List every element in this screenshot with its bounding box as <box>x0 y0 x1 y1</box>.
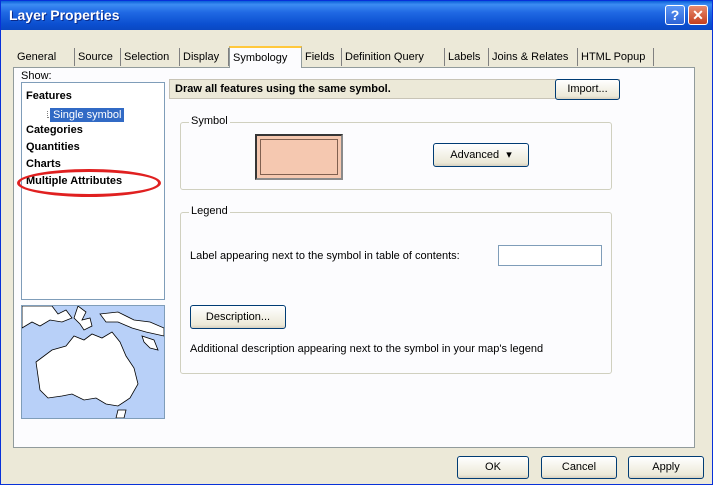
tab-definition-query[interactable]: Definition Query <box>342 48 445 66</box>
cancel-button[interactable]: Cancel <box>541 456 617 479</box>
tree-item-quantities[interactable]: Quantities <box>26 141 80 153</box>
symbol-fill-preview <box>260 139 338 175</box>
tab-fields[interactable]: Fields <box>302 48 342 66</box>
tab-html-popup[interactable]: HTML Popup <box>578 48 654 66</box>
annotation-ellipse <box>17 169 161 197</box>
help-button[interactable]: ? <box>665 5 685 25</box>
australia-map-icon <box>22 306 164 418</box>
apply-button[interactable]: Apply <box>628 456 704 479</box>
tab-labels[interactable]: Labels <box>445 48 489 66</box>
legend-group-title: Legend <box>189 205 230 217</box>
tree-item-features[interactable]: Features <box>26 90 72 102</box>
tree-item-charts[interactable]: Charts <box>26 158 61 170</box>
symbol-groupbox: Symbol <box>180 115 612 190</box>
map-preview-thumbnail <box>21 305 165 419</box>
symbology-header-bar: Draw all features using the same symbol. <box>169 79 620 99</box>
tree-item-single-symbol[interactable]: Single symbol <box>50 108 125 122</box>
advanced-button[interactable]: Advanced ▾ <box>433 143 529 167</box>
symbol-group-title: Symbol <box>189 115 230 127</box>
tab-symbology[interactable]: Symbology <box>229 46 302 68</box>
tab-joins-relates[interactable]: Joins & Relates <box>489 48 578 66</box>
description-button[interactable]: Description... <box>190 305 286 329</box>
tab-general[interactable]: General <box>14 48 75 66</box>
close-button[interactable]: ✕ <box>688 5 708 25</box>
legend-label-caption: Label appearing next to the symbol in ta… <box>190 250 460 262</box>
ok-button[interactable]: OK <box>457 456 529 479</box>
legend-label-input[interactable] <box>498 245 602 266</box>
tree-item-categories[interactable]: Categories <box>26 124 83 136</box>
symbol-swatch-button[interactable] <box>255 134 343 180</box>
title-bar[interactable]: Layer Properties ? ✕ <box>1 1 712 30</box>
dropdown-arrow-icon: ▾ <box>506 149 512 161</box>
window-title: Layer Properties <box>9 7 120 23</box>
import-button[interactable]: Import... <box>555 79 620 100</box>
tab-display[interactable]: Display <box>180 48 229 66</box>
tab-source[interactable]: Source <box>75 48 121 66</box>
tab-selection[interactable]: Selection <box>121 48 180 66</box>
symbology-description: Draw all features using the same symbol. <box>175 83 391 95</box>
description-caption: Additional description appearing next to… <box>190 343 544 355</box>
advanced-label: Advanced <box>450 149 500 161</box>
show-label: Show: <box>21 70 52 82</box>
